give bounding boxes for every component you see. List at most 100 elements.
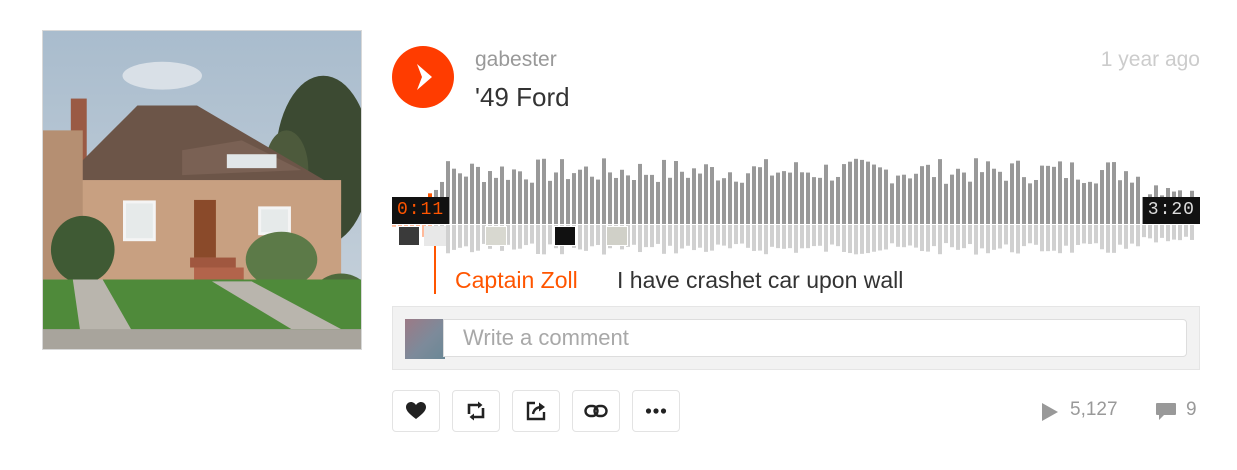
waveform-bar [992,168,996,224]
waveform-bar-reflection [716,225,720,245]
play-count[interactable]: 5,127 [1070,399,1118,421]
heart-icon [406,402,426,419]
duration: 3:20 [1142,197,1200,224]
waveform-bar [656,181,660,224]
waveform-bars[interactable] [392,150,1200,260]
waveform-bar-reflection [794,225,798,253]
waveform-bar [1082,183,1086,224]
waveform-bar [512,169,516,224]
waveform-bar [560,159,564,224]
link-icon [584,404,608,418]
waveform-bar-reflection [1100,225,1104,250]
waveform-bar [896,175,900,224]
waveform-bar-reflection [962,225,966,249]
waveform-bar [770,175,774,224]
waveform-bar [500,166,504,224]
waveform-bar [1016,160,1020,224]
waveform-bar-reflection [476,225,480,251]
waveform-bar [938,159,942,224]
waveform-bar-reflection [530,225,534,244]
play-count-icon [1042,403,1058,421]
waveform-bar-reflection [464,225,468,247]
waveform-bar-reflection [518,225,522,249]
waveform-bar [662,159,666,224]
waveform-bar [1100,170,1104,224]
waveform-bar-reflection [650,225,654,248]
user-avatar [405,319,445,359]
waveform-bar [686,177,690,224]
waveform-bar [1136,176,1140,224]
waveform-bar-reflection [470,225,474,253]
waveform-bar [680,171,684,224]
waveform-bar-reflection [1034,225,1038,245]
repost-button[interactable] [452,390,500,432]
waveform-bar [1130,182,1134,224]
comment-input[interactable] [443,319,1187,357]
comment-count[interactable]: 9 [1186,399,1197,421]
share-button[interactable] [512,390,560,432]
comment-thumbnail[interactable] [398,226,420,246]
waveform-bar-reflection [926,225,930,252]
waveform-bar [608,172,612,224]
waveform-bar [776,172,780,224]
waveform-bar-reflection [884,225,888,250]
waveform-bar-reflection [986,225,990,254]
waveform-bar [914,173,918,224]
waveform-bar-reflection [998,225,1002,249]
waveform-bar [794,162,798,224]
waveform-bar [602,158,606,224]
comment-thumbnail[interactable] [606,226,628,246]
waveform-bar-reflection [1106,225,1110,253]
waveform-bar-reflection [662,225,666,254]
waveform-bar [650,174,654,224]
waveform-bar [476,166,480,224]
comment-thumbnail[interactable] [485,226,507,246]
track-artwork[interactable] [42,30,362,350]
waveform-bar-reflection [1124,225,1128,249]
waveform-bar [788,172,792,224]
waveform-bar-reflection [668,225,672,246]
like-button[interactable] [392,390,440,432]
copy-link-button[interactable] [572,390,620,432]
waveform-bar [764,159,768,224]
waveform-bar [758,167,762,224]
waveform-bar [1058,161,1062,224]
waveform-bar-reflection [758,225,762,251]
waveform-bar-reflection [800,225,804,249]
waveform-bar-reflection [452,225,456,250]
waveform-bar-reflection [902,225,906,248]
waveform-bar-reflection [458,225,462,248]
waveform-bar [596,179,600,224]
comment-thumbnail[interactable] [554,226,576,246]
waveform-bar [824,164,828,224]
waveform-bar [698,173,702,224]
waveform-bar [1088,181,1092,224]
comment-author[interactable]: Captain Zoll [455,267,578,294]
waveform-bar-reflection [1142,225,1146,238]
waveform-bar-reflection [770,225,774,247]
waveform-bar [530,182,534,224]
comment-thumbnail[interactable] [424,226,446,246]
play-button[interactable] [392,46,454,108]
waveform[interactable] [392,150,1200,260]
waveform-bar-reflection [1130,225,1134,244]
more-button[interactable] [632,390,680,432]
waveform-bar [968,181,972,224]
waveform-bar-reflection [1190,225,1194,240]
waveform-bar [806,172,810,224]
uploader-username[interactable]: gabester [475,48,557,72]
waveform-bar [866,161,870,224]
waveform-bar [1118,180,1122,224]
waveform-bar-reflection [752,225,756,251]
waveform-bar-reflection [1178,225,1182,241]
waveform-bar [620,169,624,224]
waveform-bar-reflection [956,225,960,250]
waveform-bar [584,166,588,224]
waveform-bar [1004,180,1008,224]
waveform-bar [566,179,570,224]
waveform-bar [518,171,522,224]
waveform-bar [818,177,822,224]
track-title[interactable]: '49 Ford [475,82,570,113]
waveform-bar-reflection [920,225,924,252]
waveform-bar-reflection [644,225,648,248]
